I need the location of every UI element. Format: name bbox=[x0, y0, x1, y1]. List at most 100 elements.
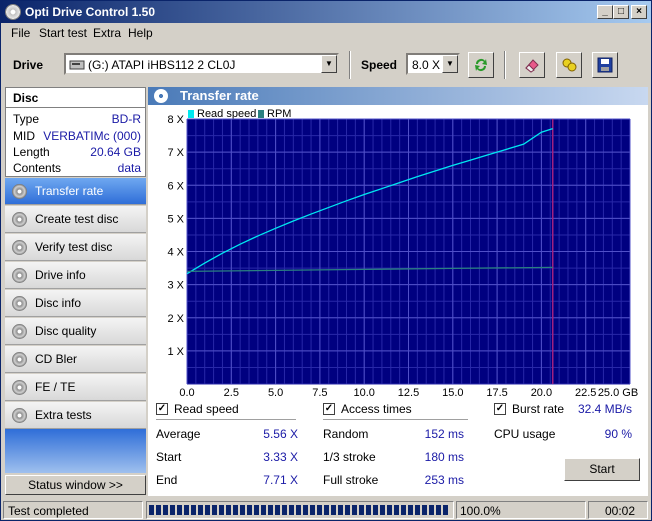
chevron-down-icon[interactable]: ▼ bbox=[442, 55, 458, 73]
drive-label: Drive bbox=[13, 58, 44, 72]
progress-segment bbox=[331, 505, 336, 515]
drive-icon bbox=[69, 60, 85, 70]
x-tick-label: 17.5 bbox=[486, 387, 507, 397]
progress-segment bbox=[254, 505, 259, 515]
disc-icon bbox=[12, 268, 27, 283]
y-tick-label: 8 X bbox=[167, 114, 184, 126]
progress-segment bbox=[191, 505, 196, 515]
y-tick-label: 2 X bbox=[167, 313, 184, 325]
nav-create-test-disc[interactable]: Create test disc bbox=[5, 206, 146, 233]
elapsed-cell: 00:02 bbox=[588, 501, 648, 519]
progress-segment bbox=[429, 505, 434, 515]
nav-drive-info[interactable]: Drive info bbox=[5, 262, 146, 289]
close-button[interactable]: × bbox=[631, 5, 647, 19]
progress-segment bbox=[324, 505, 329, 515]
progress-segment bbox=[345, 505, 350, 515]
progress-segment bbox=[212, 505, 217, 515]
nav-label: Drive info bbox=[35, 268, 86, 282]
progress-segment bbox=[240, 505, 245, 515]
app-disc-icon bbox=[5, 4, 21, 20]
disc-value: BD-R bbox=[111, 112, 141, 126]
progress-segment bbox=[408, 505, 413, 515]
nav-fe-te[interactable]: FE / TE bbox=[5, 374, 146, 401]
elapsed-time: 00:02 bbox=[604, 504, 635, 518]
progress-segment bbox=[338, 505, 343, 515]
speed-select[interactable]: 8.0 X ▼ bbox=[406, 53, 460, 75]
nav-disc-info[interactable]: Disc info bbox=[5, 290, 146, 317]
end-value: 7.71 X bbox=[263, 473, 298, 487]
erase-button[interactable] bbox=[519, 52, 545, 78]
read-speed-checkbox[interactable]: ✓ bbox=[156, 403, 168, 415]
progress-bar bbox=[149, 505, 448, 515]
nav-disc-quality[interactable]: Disc quality bbox=[5, 318, 146, 345]
window-title: Opti Drive Control 1.50 bbox=[25, 5, 156, 19]
menu-start-test[interactable]: Start test bbox=[39, 26, 87, 40]
burst-rate-label: Burst rate bbox=[512, 402, 565, 416]
nav-transfer-rate[interactable]: Transfer rate bbox=[5, 178, 146, 205]
progress-segment bbox=[394, 505, 399, 515]
drive-value: (G:) ATAPI iHBS112 2 CL0J bbox=[88, 58, 236, 72]
y-tick-label: 1 X bbox=[167, 346, 184, 358]
chart-area: Read speed RPM 1 X2 X3 X4 X5 X6 X7 X8 X0… bbox=[148, 105, 648, 397]
x-tick-label: 2.5 bbox=[224, 387, 239, 397]
progress-segment bbox=[317, 505, 322, 515]
progress-segment bbox=[296, 505, 301, 515]
refresh-icon bbox=[475, 59, 487, 71]
disc-icon bbox=[12, 212, 27, 227]
disc-icon bbox=[12, 380, 27, 395]
nav-cd-bler[interactable]: CD Bler bbox=[5, 346, 146, 373]
full-stroke-value: 253 ms bbox=[424, 473, 464, 487]
stats-panel: ✓ Read speed ✓ Access times ✓ Burst rate… bbox=[148, 397, 648, 496]
menu-help[interactable]: Help bbox=[128, 26, 153, 40]
chevron-down-icon[interactable]: ▼ bbox=[321, 55, 337, 73]
nav-verify-test-disc[interactable]: Verify test disc bbox=[5, 234, 146, 261]
progress-segment bbox=[156, 505, 161, 515]
disc-icon bbox=[12, 352, 27, 367]
panel-header: Transfer rate bbox=[148, 87, 648, 105]
burst-rate-checkbox[interactable]: ✓ bbox=[494, 403, 506, 415]
disc-header: Disc bbox=[13, 91, 39, 105]
drive-select[interactable]: (G:) ATAPI iHBS112 2 CL0J ▼ bbox=[64, 53, 339, 75]
progress-segment bbox=[310, 505, 315, 515]
menu-extra[interactable]: Extra bbox=[93, 26, 121, 40]
x-tick-label: 25.0 GB bbox=[598, 387, 638, 397]
status-window-button[interactable]: Status window >> bbox=[5, 475, 146, 495]
menu-file[interactable]: File bbox=[11, 26, 30, 40]
start-button[interactable]: Start bbox=[564, 458, 640, 481]
x-tick-label: 10.0 bbox=[353, 387, 374, 397]
status-text-cell: Test completed bbox=[3, 501, 143, 519]
progress-segment bbox=[198, 505, 203, 515]
x-tick-label: 5.0 bbox=[268, 387, 283, 397]
nav-label: FE / TE bbox=[35, 380, 76, 394]
left-panel: Disc Type BD-R MID VERBATIMc (000) Lengt… bbox=[5, 87, 146, 496]
nav-filler bbox=[5, 429, 146, 473]
read-speed-label: Read speed bbox=[174, 402, 239, 416]
nav-label: Transfer rate bbox=[35, 184, 104, 198]
progress-segment bbox=[268, 505, 273, 515]
maximize-button[interactable]: □ bbox=[613, 5, 629, 19]
progress-segment bbox=[373, 505, 378, 515]
minimize-button[interactable]: _ bbox=[597, 5, 613, 19]
progress-segment bbox=[303, 505, 308, 515]
save-button[interactable] bbox=[592, 52, 618, 78]
progress-segment bbox=[261, 505, 266, 515]
disc-value: 20.64 GB bbox=[90, 145, 141, 159]
nav-extra-tests[interactable]: Extra tests bbox=[5, 402, 146, 429]
nav-label: Disc quality bbox=[35, 324, 97, 338]
tools-button[interactable] bbox=[556, 52, 582, 78]
third-stroke-label: 1/3 stroke bbox=[323, 450, 376, 464]
nav-label: Extra tests bbox=[35, 408, 92, 422]
progress-segment bbox=[233, 505, 238, 515]
main-panel: Transfer rate Read speed RPM 1 X2 X3 X4 … bbox=[148, 87, 648, 496]
panel-title: Transfer rate bbox=[180, 88, 259, 103]
toolbar: Drive (G:) ATAPI iHBS112 2 CL0J ▼ Speed … bbox=[1, 45, 651, 85]
disc-icon bbox=[12, 184, 27, 199]
refresh-button[interactable] bbox=[468, 52, 494, 78]
floppy-disk-icon bbox=[597, 57, 613, 73]
menu-bar: File Start test Extra Help bbox=[1, 23, 651, 42]
progress-segment bbox=[205, 505, 210, 515]
access-times-checkbox[interactable]: ✓ bbox=[323, 403, 335, 415]
disc-info-box: Disc Type BD-R MID VERBATIMc (000) Lengt… bbox=[5, 87, 146, 177]
x-tick-label: 15.0 bbox=[442, 387, 463, 397]
access-times-label: Access times bbox=[341, 402, 412, 416]
